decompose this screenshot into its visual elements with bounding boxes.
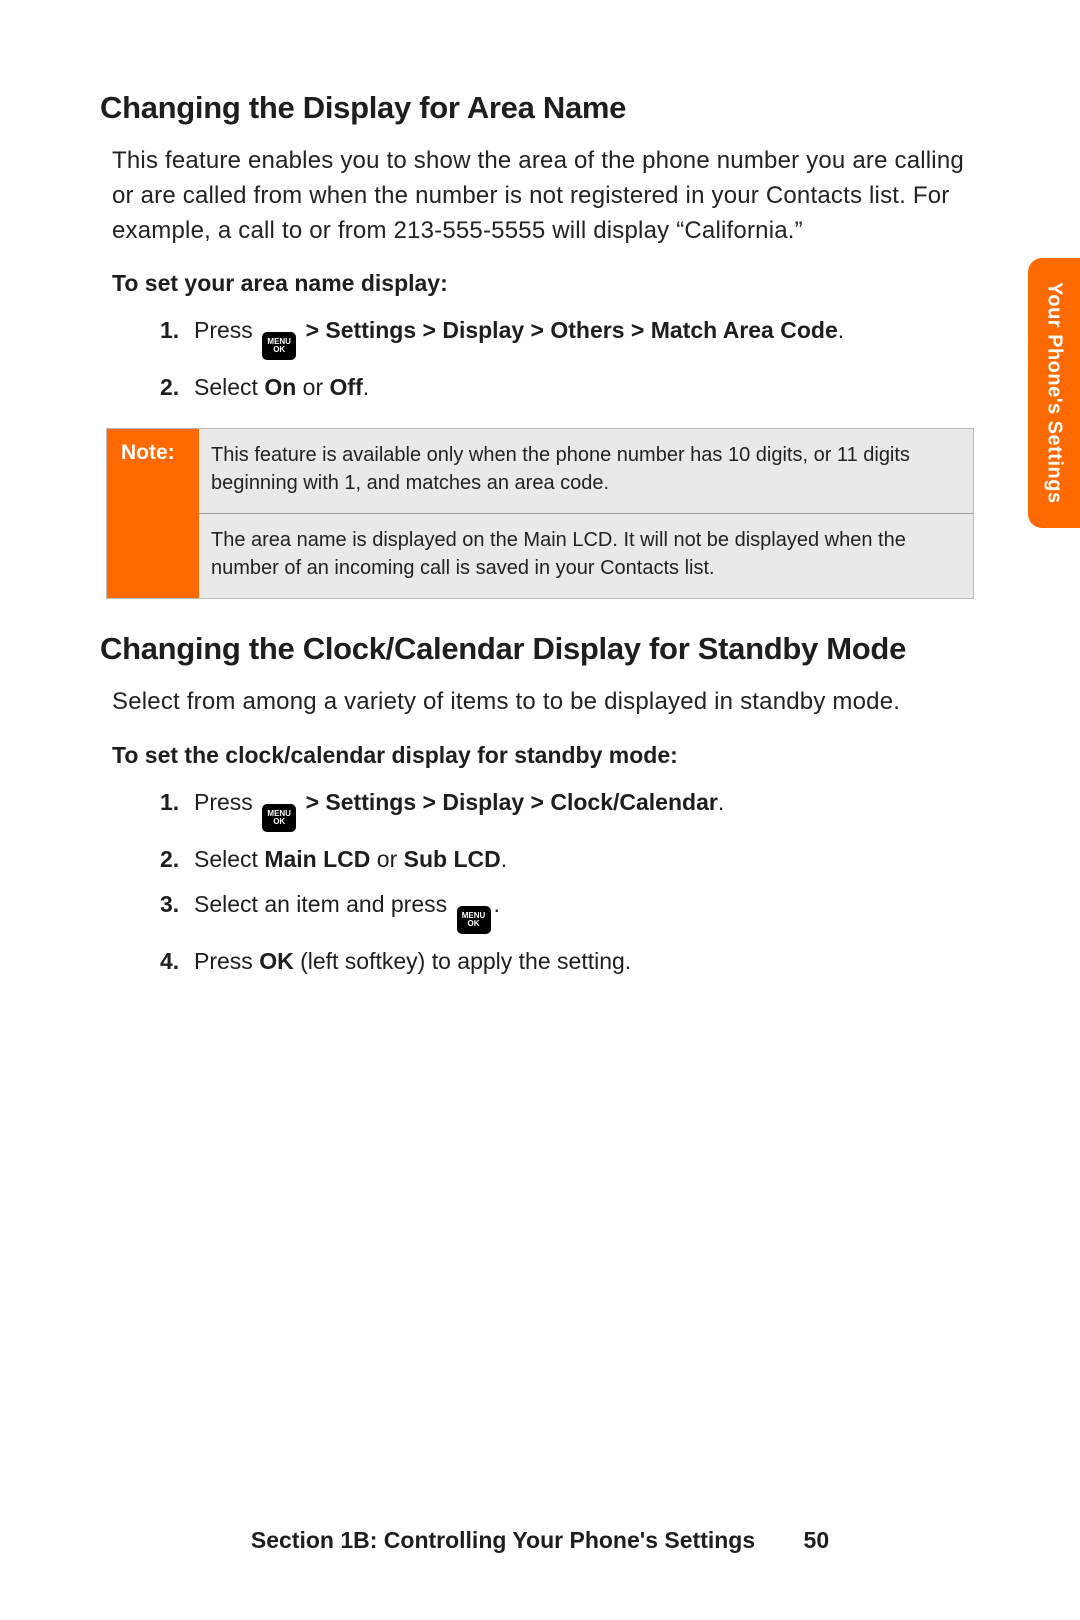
page-footer: Section 1B: Controlling Your Phone's Set… [0,1527,1080,1554]
note-box: Note: This feature is available only whe… [106,428,974,599]
step-number: 4. [160,944,194,980]
footer-section: Section 1B: Controlling Your Phone's Set… [251,1527,755,1553]
step-text: Select Main LCD or Sub LCD. [194,842,980,878]
heading-clock-calendar: Changing the Clock/Calendar Display for … [100,631,980,667]
step-item: 2. Select On or Off. [160,370,980,406]
steps-area-name: 1. Press MENUOK > Settings > Display > O… [160,313,980,406]
menu-ok-icon: MENUOK [262,804,296,832]
steps-clock-calendar: 1. Press MENUOK > Settings > Display > C… [160,785,980,980]
intro-area-name: This feature enables you to show the are… [112,144,980,248]
step-text: Press OK (left softkey) to apply the set… [194,944,980,980]
menu-ok-icon: MENUOK [457,906,491,934]
step-number: 3. [160,887,194,934]
step-text: Press MENUOK > Settings > Display > Cloc… [194,785,980,832]
manual-page: Your Phone's Settings Changing the Displ… [0,0,1080,1620]
menu-ok-icon: MENUOK [262,332,296,360]
step-item: 1. Press MENUOK > Settings > Display > O… [160,313,980,360]
note-row: The area name is displayed on the Main L… [199,513,973,598]
step-item: 3. Select an item and press MENUOK. [160,887,980,934]
heading-area-name: Changing the Display for Area Name [100,90,980,126]
step-item: 1. Press MENUOK > Settings > Display > C… [160,785,980,832]
step-item: 2. Select Main LCD or Sub LCD. [160,842,980,878]
step-text: Select On or Off. [194,370,980,406]
side-tab-label: Your Phone's Settings [1043,282,1066,504]
subhead-clock-calendar: To set the clock/calendar display for st… [112,742,980,769]
step-number: 2. [160,842,194,878]
intro-clock-calendar: Select from among a variety of items to … [112,685,980,720]
note-label: Note: [107,429,199,598]
step-number: 1. [160,313,194,360]
step-text: Select an item and press MENUOK. [194,887,980,934]
subhead-area-name: To set your area name display: [112,270,980,297]
side-tab: Your Phone's Settings [1028,258,1080,528]
step-item: 4. Press OK (left softkey) to apply the … [160,944,980,980]
step-number: 1. [160,785,194,832]
step-number: 2. [160,370,194,406]
note-row: This feature is available only when the … [199,429,973,513]
step-text: Press MENUOK > Settings > Display > Othe… [194,313,980,360]
note-content: This feature is available only when the … [199,429,973,598]
footer-page-number: 50 [804,1527,830,1554]
